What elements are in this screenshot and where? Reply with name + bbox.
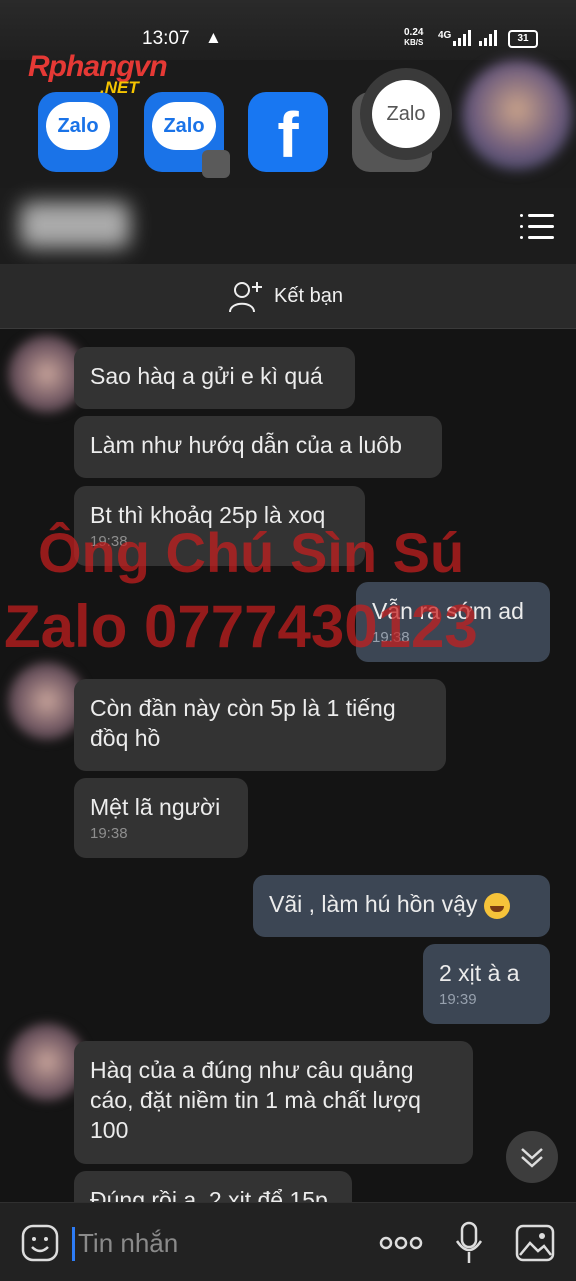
message-text: Hàq của a đúng như câu quảng cáo, đặt ni… bbox=[90, 1057, 421, 1143]
scroll-to-bottom-button[interactable] bbox=[506, 1131, 558, 1183]
add-friend-button[interactable]: Kết bạn bbox=[228, 278, 343, 314]
site-logo: Rphangvn bbox=[28, 50, 168, 83]
add-user-icon bbox=[229, 282, 262, 313]
message-bubble[interactable]: Làm như hướq dẫn của a luôb bbox=[74, 416, 442, 478]
emoji-icon[interactable] bbox=[20, 1223, 60, 1263]
message-bubble-outgoing[interactable]: 2 xịt à a 19:39 bbox=[423, 944, 550, 1024]
message-bubble[interactable]: Còn đần này còn 5p là 1 tiếng đồq hồ bbox=[74, 679, 446, 771]
message-input[interactable]: Tin nhắn bbox=[72, 1221, 352, 1265]
net-speed-unit: KB/S bbox=[404, 38, 424, 47]
facebook-app-icon[interactable]: f bbox=[248, 92, 328, 172]
image-gallery-icon[interactable] bbox=[514, 1223, 556, 1263]
add-friend-bar[interactable]: Kết bạn bbox=[0, 264, 576, 329]
message-text: 2 xịt à a bbox=[439, 960, 520, 986]
signal-icon bbox=[453, 30, 471, 46]
message-bubble-outgoing[interactable]: Vãi , làm hú hồn vậy bbox=[253, 875, 550, 937]
laughing-emoji-icon bbox=[483, 892, 510, 919]
site-logo-suffix: .NET bbox=[100, 78, 139, 97]
message-text: Vãi , làm hú hồn vậy bbox=[269, 891, 478, 917]
message-text: Còn đần này còn 5p là 1 tiếng đồq hồ bbox=[90, 695, 396, 751]
zalo-clone-label: Zalo bbox=[152, 102, 216, 150]
add-friend-label: Kết bạn bbox=[274, 284, 343, 307]
message-bubble[interactable]: Đúng rồi a. 2 xịt để 15p bbox=[74, 1171, 352, 1202]
message-input-placeholder: Tin nhắn bbox=[78, 1228, 179, 1258]
menu-icon[interactable] bbox=[520, 214, 554, 240]
clock: 13:07 bbox=[142, 28, 190, 49]
net-speed: 0.24 KB/S bbox=[404, 28, 423, 48]
message-bubble[interactable]: Hàq của a đúng như câu quảng cáo, đặt ni… bbox=[74, 1041, 473, 1164]
zalo-chat-head[interactable]: Zalo bbox=[360, 68, 452, 160]
net-speed-value: 0.24 bbox=[404, 27, 424, 38]
message-input-bar: Tin nhắn bbox=[0, 1202, 576, 1281]
zalo-clone-app-icon[interactable]: Zalo bbox=[144, 92, 230, 178]
zalo-chat-head-label: Zalo bbox=[372, 80, 440, 148]
message-time: 19:38 bbox=[90, 825, 128, 842]
signal-icon-2 bbox=[479, 30, 497, 46]
message-text: Sao hàq a gửi e kì quá bbox=[90, 363, 323, 389]
message-time: 19:39 bbox=[439, 991, 477, 1008]
battery-icon: 31 bbox=[508, 30, 538, 48]
zalo-app-icon[interactable]: Zalo bbox=[38, 92, 118, 172]
microphone-icon[interactable] bbox=[454, 1221, 484, 1265]
message-bubble-outgoing[interactable]: Vẫn ra sớm ad 19:38 bbox=[356, 582, 550, 662]
network-type: 4G bbox=[438, 30, 452, 41]
message-bubble[interactable]: Mệt lã người 19:38 bbox=[74, 778, 248, 858]
message-text: Làm như hướq dẫn của a luôb bbox=[90, 432, 402, 458]
message-text: Bt thì khoảq 25p là xoq bbox=[90, 502, 326, 528]
message-time: 19:38 bbox=[90, 533, 128, 550]
zalo-app-label: Zalo bbox=[46, 102, 110, 150]
message-text: Mệt lã người bbox=[90, 794, 221, 820]
chat-header bbox=[0, 188, 576, 264]
chat-area[interactable]: Sao hàq a gửi e kì quá Làm như hướq dẫn … bbox=[0, 329, 576, 1202]
contact-chat-head-avatar[interactable] bbox=[462, 60, 572, 170]
message-bubble[interactable]: Bt thì khoảq 25p là xoq 19:38 bbox=[74, 486, 365, 566]
message-text: Vẫn ra sớm ad bbox=[372, 598, 524, 624]
warning-icon: ▲ bbox=[205, 28, 222, 47]
more-icon[interactable] bbox=[378, 1231, 424, 1255]
double-chevron-down-icon bbox=[521, 1148, 543, 1168]
clone-badge-icon bbox=[202, 150, 230, 178]
message-text: Đúng rồi a. 2 xịt để 15p bbox=[90, 1187, 328, 1202]
contact-name-blurred[interactable] bbox=[20, 202, 130, 248]
message-bubble[interactable]: Sao hàq a gửi e kì quá bbox=[74, 347, 355, 409]
message-time: 19:38 bbox=[372, 629, 410, 646]
